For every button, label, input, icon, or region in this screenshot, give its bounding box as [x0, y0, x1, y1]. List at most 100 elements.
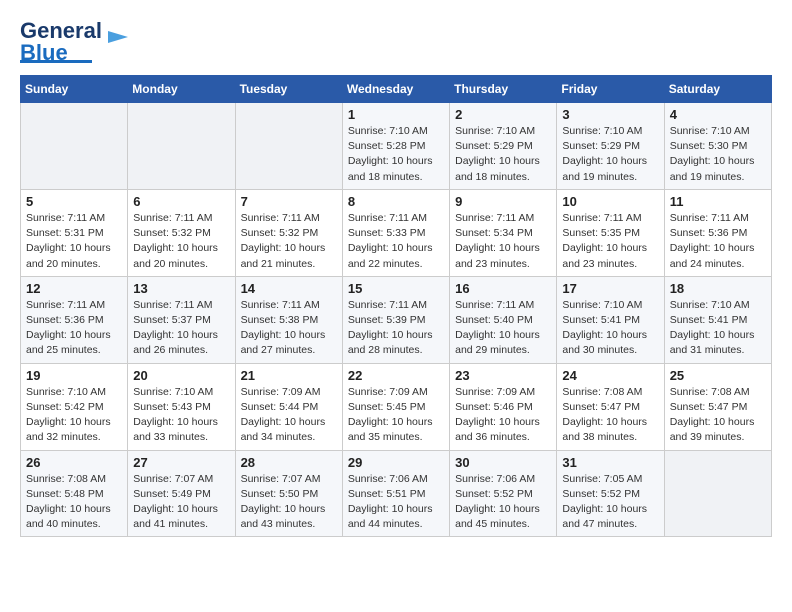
- week-row-4: 19Sunrise: 7:10 AM Sunset: 5:42 PM Dayli…: [21, 363, 772, 450]
- calendar-body: 1 Sunrise: 7:10 AM Sunset: 5:28 PM Daylig…: [21, 103, 772, 537]
- logo-underline: [20, 60, 92, 63]
- day-cell: 10 Sunrise: 7:11 AM Sunset: 5:35 PM Dayli…: [557, 189, 664, 276]
- day-cell: 5 Sunrise: 7:11 AM Sunset: 5:31 PM Daylig…: [21, 189, 128, 276]
- day-number: 6: [133, 194, 229, 209]
- day-cell: 18 Sunrise: 7:10 AM Sunset: 5:41 PM Dayli…: [664, 276, 771, 363]
- day-cell: 11 Sunrise: 7:11 AM Sunset: 5:36 PM Dayli…: [664, 189, 771, 276]
- day-info: Sunrise: 7:06 AM Sunset: 5:52 PM Dayligh…: [455, 472, 551, 533]
- day-number: 2: [455, 107, 551, 122]
- day-cell: 21 Sunrise: 7:09 AM Sunset: 5:44 PM Dayli…: [235, 363, 342, 450]
- day-cell: [21, 103, 128, 190]
- day-number: 22: [348, 368, 444, 383]
- day-info: Sunrise: 7:06 AM Sunset: 5:51 PM Dayligh…: [348, 472, 444, 533]
- day-number: 12: [26, 281, 122, 296]
- day-header-friday: Friday: [557, 76, 664, 103]
- day-header-thursday: Thursday: [450, 76, 557, 103]
- day-info: Sunrise: 7:11 AM Sunset: 5:35 PM Dayligh…: [562, 211, 658, 272]
- day-number: 11: [670, 194, 766, 209]
- day-info: Sunrise: 7:11 AM Sunset: 5:36 PM Dayligh…: [670, 211, 766, 272]
- day-cell: 12Sunrise: 7:11 AM Sunset: 5:36 PM Dayli…: [21, 276, 128, 363]
- day-number: 8: [348, 194, 444, 209]
- week-row-5: 26 Sunrise: 7:08 AM Sunset: 5:48 PM Dayli…: [21, 450, 772, 537]
- day-info: Sunrise: 7:07 AM Sunset: 5:50 PM Dayligh…: [241, 472, 337, 533]
- day-info: Sunrise: 7:11 AM Sunset: 5:32 PM Dayligh…: [241, 211, 337, 272]
- calendar-header: SundayMondayTuesdayWednesdayThursdayFrid…: [21, 76, 772, 103]
- day-number: 16: [455, 281, 551, 296]
- day-cell: 3 Sunrise: 7:10 AM Sunset: 5:29 PM Daylig…: [557, 103, 664, 190]
- day-cell: 4 Sunrise: 7:10 AM Sunset: 5:30 PM Daylig…: [664, 103, 771, 190]
- logo-arrow-icon: [104, 23, 132, 51]
- page: GeneralBlue SundayMondayTuesdayWednesday…: [0, 0, 792, 547]
- day-info: Sunrise: 7:11 AM Sunset: 5:38 PM Dayligh…: [241, 298, 337, 359]
- day-info: Sunrise: 7:11 AM Sunset: 5:39 PM Dayligh…: [348, 298, 444, 359]
- day-info: Sunrise: 7:08 AM Sunset: 5:47 PM Dayligh…: [562, 385, 658, 446]
- day-info: Sunrise: 7:10 AM Sunset: 5:29 PM Dayligh…: [455, 124, 551, 185]
- day-cell: 13 Sunrise: 7:11 AM Sunset: 5:37 PM Dayli…: [128, 276, 235, 363]
- day-info: Sunrise: 7:10 AM Sunset: 5:30 PM Dayligh…: [670, 124, 766, 185]
- day-cell: 23Sunrise: 7:09 AM Sunset: 5:46 PM Dayli…: [450, 363, 557, 450]
- day-number: 25: [670, 368, 766, 383]
- header: GeneralBlue: [20, 20, 772, 63]
- day-number: 9: [455, 194, 551, 209]
- day-header-sunday: Sunday: [21, 76, 128, 103]
- day-number: 10: [562, 194, 658, 209]
- day-number: 5: [26, 194, 122, 209]
- day-info: Sunrise: 7:09 AM Sunset: 5:45 PM Dayligh…: [348, 385, 444, 446]
- day-number: 26: [26, 455, 122, 470]
- day-cell: 22 Sunrise: 7:09 AM Sunset: 5:45 PM Dayli…: [342, 363, 449, 450]
- day-number: 15: [348, 281, 444, 296]
- day-header-wednesday: Wednesday: [342, 76, 449, 103]
- day-number: 13: [133, 281, 229, 296]
- day-number: 20: [133, 368, 229, 383]
- day-cell: [664, 450, 771, 537]
- header-row: SundayMondayTuesdayWednesdayThursdayFrid…: [21, 76, 772, 103]
- logo-text: GeneralBlue: [20, 20, 102, 64]
- day-header-monday: Monday: [128, 76, 235, 103]
- day-cell: 28 Sunrise: 7:07 AM Sunset: 5:50 PM Dayli…: [235, 450, 342, 537]
- day-info: Sunrise: 7:10 AM Sunset: 5:29 PM Dayligh…: [562, 124, 658, 185]
- day-number: 4: [670, 107, 766, 122]
- day-number: 28: [241, 455, 337, 470]
- day-info: Sunrise: 7:10 AM Sunset: 5:41 PM Dayligh…: [562, 298, 658, 359]
- day-info: Sunrise: 7:05 AM Sunset: 5:52 PM Dayligh…: [562, 472, 658, 533]
- day-info: Sunrise: 7:10 AM Sunset: 5:28 PM Dayligh…: [348, 124, 444, 185]
- day-cell: 9 Sunrise: 7:11 AM Sunset: 5:34 PM Daylig…: [450, 189, 557, 276]
- day-cell: 29 Sunrise: 7:06 AM Sunset: 5:51 PM Dayli…: [342, 450, 449, 537]
- day-number: 27: [133, 455, 229, 470]
- day-cell: 20Sunrise: 7:10 AM Sunset: 5:43 PM Dayli…: [128, 363, 235, 450]
- day-number: 19: [26, 368, 122, 383]
- day-info: Sunrise: 7:11 AM Sunset: 5:40 PM Dayligh…: [455, 298, 551, 359]
- day-cell: 26 Sunrise: 7:08 AM Sunset: 5:48 PM Dayli…: [21, 450, 128, 537]
- day-cell: 14 Sunrise: 7:11 AM Sunset: 5:38 PM Dayli…: [235, 276, 342, 363]
- day-number: 24: [562, 368, 658, 383]
- day-number: 21: [241, 368, 337, 383]
- day-info: Sunrise: 7:11 AM Sunset: 5:37 PM Dayligh…: [133, 298, 229, 359]
- day-cell: 17 Sunrise: 7:10 AM Sunset: 5:41 PM Dayli…: [557, 276, 664, 363]
- day-info: Sunrise: 7:08 AM Sunset: 5:48 PM Dayligh…: [26, 472, 122, 533]
- day-header-saturday: Saturday: [664, 76, 771, 103]
- day-number: 14: [241, 281, 337, 296]
- day-cell: 25Sunrise: 7:08 AM Sunset: 5:47 PM Dayli…: [664, 363, 771, 450]
- day-number: 3: [562, 107, 658, 122]
- day-info: Sunrise: 7:09 AM Sunset: 5:44 PM Dayligh…: [241, 385, 337, 446]
- day-cell: 1 Sunrise: 7:10 AM Sunset: 5:28 PM Daylig…: [342, 103, 449, 190]
- day-cell: 7 Sunrise: 7:11 AM Sunset: 5:32 PM Daylig…: [235, 189, 342, 276]
- day-info: Sunrise: 7:11 AM Sunset: 5:34 PM Dayligh…: [455, 211, 551, 272]
- day-number: 7: [241, 194, 337, 209]
- day-cell: 6Sunrise: 7:11 AM Sunset: 5:32 PM Daylig…: [128, 189, 235, 276]
- day-number: 17: [562, 281, 658, 296]
- day-cell: 27Sunrise: 7:07 AM Sunset: 5:49 PM Dayli…: [128, 450, 235, 537]
- day-number: 18: [670, 281, 766, 296]
- day-info: Sunrise: 7:10 AM Sunset: 5:41 PM Dayligh…: [670, 298, 766, 359]
- day-info: Sunrise: 7:11 AM Sunset: 5:31 PM Dayligh…: [26, 211, 122, 272]
- day-number: 29: [348, 455, 444, 470]
- day-cell: 15 Sunrise: 7:11 AM Sunset: 5:39 PM Dayli…: [342, 276, 449, 363]
- day-number: 1: [348, 107, 444, 122]
- week-row-2: 5 Sunrise: 7:11 AM Sunset: 5:31 PM Daylig…: [21, 189, 772, 276]
- day-info: Sunrise: 7:11 AM Sunset: 5:33 PM Dayligh…: [348, 211, 444, 272]
- calendar-table: SundayMondayTuesdayWednesdayThursdayFrid…: [20, 75, 772, 537]
- day-cell: 16 Sunrise: 7:11 AM Sunset: 5:40 PM Dayli…: [450, 276, 557, 363]
- day-cell: 2 Sunrise: 7:10 AM Sunset: 5:29 PM Daylig…: [450, 103, 557, 190]
- logo: GeneralBlue: [20, 20, 132, 63]
- day-number: 31: [562, 455, 658, 470]
